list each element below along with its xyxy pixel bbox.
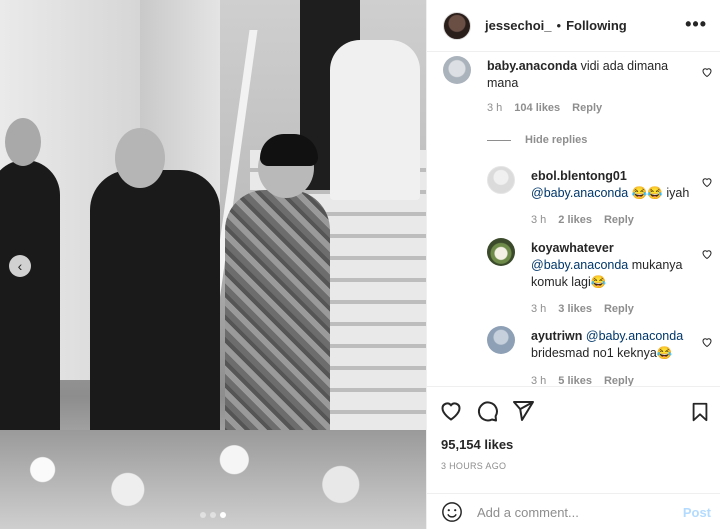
comment-text: koyawhatever @baby.anaconda mukanya komu… [531,240,691,291]
carousel-dot [210,512,216,518]
reply-button[interactable]: Reply [572,102,602,114]
comment-text: baby.anaconda vidi ada dimana mana [487,58,687,92]
comment-meta: 3 h 104 likes Reply [487,102,602,114]
heart-icon[interactable] [439,399,463,423]
comment-meta: 3 h 2 likes Reply [531,214,634,226]
comment-mention[interactable]: @baby.anaconda [586,329,683,343]
comment-mention[interactable]: @baby.anaconda [531,258,628,272]
share-icon[interactable] [511,399,535,423]
comment-meta: 3 h 5 likes Reply [531,375,634,386]
post-header: jessechoi_ • Following ••• [427,0,720,52]
divider [487,139,511,141]
heart-icon[interactable] [701,66,713,78]
comment-username[interactable]: ebol.blentong01 [531,169,627,183]
carousel-dot-active [220,512,226,518]
photo-woman [225,190,330,450]
comment-composer: Post [427,493,720,529]
comment-content: 😂😂 iyah [631,186,690,200]
photo-man-left [0,160,60,450]
photo-woman-hair [260,134,318,166]
bookmark-button[interactable] [689,401,711,423]
carousel-dot [200,512,206,518]
avatar[interactable] [443,11,471,40]
hide-replies-label: Hide replies [525,134,588,146]
heart-icon[interactable] [701,176,713,188]
post-actions: 95,154 likes 3 HOURS AGO Post [427,386,720,529]
post-username[interactable]: jessechoi_ [485,18,552,33]
carousel-prev-button[interactable]: ‹ [9,255,31,277]
comment-likes[interactable]: 3 likes [558,303,592,315]
carousel-dots [0,512,426,518]
comment-likes[interactable]: 5 likes [558,375,592,386]
post-button[interactable]: Post [683,505,711,520]
following-button[interactable]: Following [566,18,627,33]
heart-icon[interactable] [701,336,713,348]
comment-likes[interactable]: 104 likes [514,102,560,114]
avatar[interactable] [443,56,471,84]
emoji-icon[interactable] [441,501,463,523]
heart-icon[interactable] [701,248,713,260]
comment-mention[interactable]: @baby.anaconda [531,186,628,200]
photo-man-left-head [5,118,41,166]
chevron-left-icon: ‹ [17,258,23,274]
comment-meta: 3 h 3 likes Reply [531,303,634,315]
reply-button[interactable]: Reply [604,303,634,315]
comment-username[interactable]: ayutriwn [531,329,582,343]
photo-man-waving-head [115,128,165,188]
post-photo[interactable]: ‹ [0,0,426,529]
comment-input[interactable] [477,504,667,520]
action-icons [439,399,535,423]
photo-bride [330,40,420,200]
more-options-icon[interactable]: ••• [685,14,707,35]
reply-button[interactable]: Reply [604,214,634,226]
avatar[interactable] [487,166,515,194]
likes-count[interactable]: 95,154 likes [441,437,513,452]
comment-likes[interactable]: 2 likes [558,214,592,226]
comments-list[interactable]: baby.anaconda vidi ada dimana mana 3 h 1… [427,52,720,386]
comment-text: ebol.blentong01 @baby.anaconda 😂😂 iyah [531,168,691,202]
comment-time: 3 h [487,102,503,114]
photo-man-waving [90,170,220,470]
avatar[interactable] [487,238,515,266]
comment-time: 3 h [531,214,547,226]
comment-time: 3 h [531,375,547,386]
avatar[interactable] [487,326,515,354]
comment-username[interactable]: baby.anaconda [487,59,577,73]
comment-text: ayutriwn @baby.anaconda bridesmad no1 ke… [531,328,691,362]
separator-dot: • [556,18,562,33]
reply-button[interactable]: Reply [604,375,634,386]
post-panel: jessechoi_ • Following ••• baby.anaconda… [426,0,720,529]
comment-username[interactable]: koyawhatever [531,241,614,255]
comment-time: 3 h [531,303,547,315]
comment-content: bridesmad no1 keknya😂 [531,346,673,360]
hide-replies-button[interactable]: Hide replies [487,134,587,146]
comment-icon[interactable] [475,399,499,423]
post-timestamp[interactable]: 3 HOURS AGO [441,461,506,471]
bookmark-icon [692,402,708,422]
